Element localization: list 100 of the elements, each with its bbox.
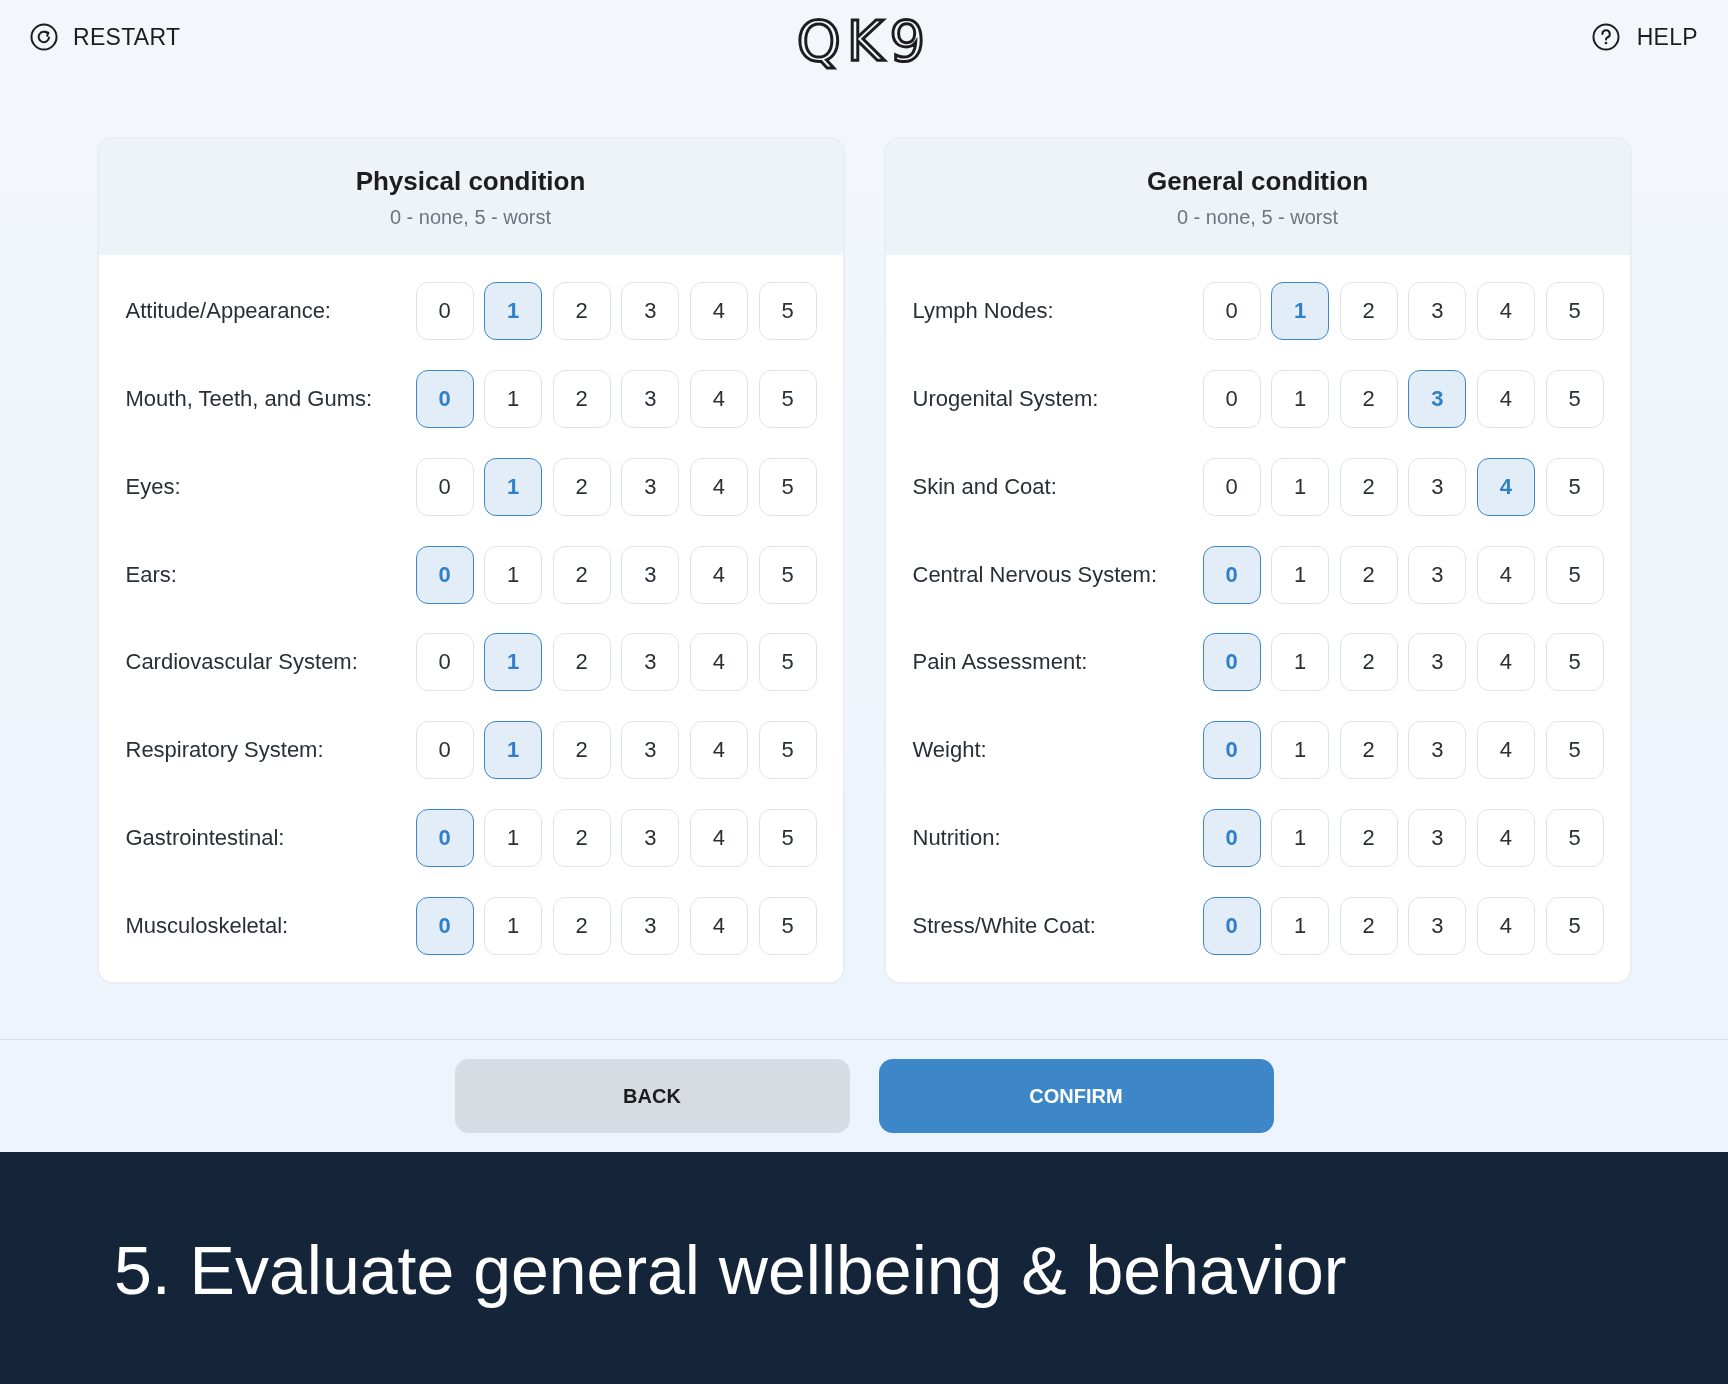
score-button[interactable]: 2 (552, 369, 611, 428)
score-button[interactable]: 1 (1271, 633, 1330, 692)
score-button[interactable]: 5 (1545, 633, 1604, 692)
score-button[interactable]: 1 (1271, 457, 1330, 516)
score-button[interactable]: 0 (415, 896, 474, 955)
score-button[interactable]: 1 (1271, 282, 1330, 340)
score-button[interactable]: 1 (484, 282, 543, 340)
score-button[interactable]: 5 (758, 457, 817, 516)
score-button[interactable]: 5 (758, 282, 817, 340)
score-button[interactable]: 3 (621, 633, 680, 692)
score-button[interactable]: 2 (1339, 721, 1398, 780)
score-button[interactable]: 2 (1339, 457, 1398, 516)
score-button[interactable]: 1 (1271, 369, 1330, 428)
score-button[interactable]: 0 (1202, 721, 1261, 780)
score-button[interactable]: 3 (1408, 282, 1467, 340)
confirm-button[interactable]: CONFIRM (878, 1059, 1274, 1133)
score-button[interactable]: 3 (621, 896, 680, 955)
score-button[interactable]: 2 (552, 896, 611, 955)
score-button[interactable]: 3 (1408, 369, 1467, 428)
score-button[interactable]: 0 (415, 633, 474, 692)
score-button[interactable]: 0 (1202, 545, 1261, 604)
score-button[interactable]: 4 (1476, 282, 1535, 340)
score-button[interactable]: 1 (484, 457, 543, 516)
score-button[interactable]: 0 (1202, 282, 1261, 340)
score-button[interactable]: 5 (1545, 896, 1604, 955)
score-button[interactable]: 0 (415, 721, 474, 780)
score-button[interactable]: 0 (415, 545, 474, 604)
score-button[interactable]: 3 (621, 369, 680, 428)
score-button[interactable]: 5 (1545, 369, 1604, 428)
score-button[interactable]: 2 (552, 809, 611, 868)
score-button[interactable]: 2 (552, 545, 611, 604)
score-button[interactable]: 4 (689, 282, 748, 340)
score-button[interactable]: 4 (1476, 457, 1535, 516)
score-button[interactable]: 2 (552, 282, 611, 340)
score-button[interactable]: 4 (1476, 809, 1535, 868)
score-button[interactable]: 0 (1202, 633, 1261, 692)
score-button[interactable]: 3 (1408, 809, 1467, 868)
score-button[interactable]: 2 (552, 633, 611, 692)
score-button[interactable]: 2 (1339, 282, 1398, 340)
score-button[interactable]: 3 (1408, 545, 1467, 604)
score-button[interactable]: 0 (415, 809, 474, 868)
score-button[interactable]: 1 (484, 369, 543, 428)
score-button[interactable]: 3 (1408, 896, 1467, 955)
score-button[interactable]: 0 (415, 457, 474, 516)
score-button[interactable]: 3 (1408, 633, 1467, 692)
score-button[interactable]: 2 (1339, 369, 1398, 428)
score-button[interactable]: 1 (484, 721, 543, 780)
score-button[interactable]: 4 (689, 633, 748, 692)
score-button[interactable]: 4 (689, 545, 748, 604)
score-button[interactable]: 3 (621, 457, 680, 516)
score-button[interactable]: 4 (1476, 369, 1535, 428)
score-button[interactable]: 5 (1545, 282, 1604, 340)
score-button[interactable]: 1 (1271, 721, 1330, 780)
score-button[interactable]: 1 (484, 809, 543, 868)
score-button[interactable]: 0 (1202, 896, 1261, 955)
score-button[interactable]: 0 (1202, 369, 1261, 428)
score-button[interactable]: 4 (1476, 896, 1535, 955)
score-button[interactable]: 0 (415, 282, 474, 340)
score-button[interactable]: 4 (689, 896, 748, 955)
score-button[interactable]: 4 (1476, 545, 1535, 604)
score-button[interactable]: 5 (1545, 721, 1604, 780)
score-button[interactable]: 5 (1545, 545, 1604, 604)
score-button[interactable]: 5 (758, 721, 817, 780)
score-button[interactable]: 1 (1271, 545, 1330, 604)
score-button[interactable]: 1 (1271, 809, 1330, 868)
help-button[interactable]: HELP (1591, 22, 1698, 52)
score-button[interactable]: 5 (1545, 457, 1604, 516)
score-button[interactable]: 4 (689, 457, 748, 516)
back-button[interactable]: BACK (454, 1059, 850, 1133)
score-button[interactable]: 4 (689, 721, 748, 780)
score-button[interactable]: 4 (689, 809, 748, 868)
score-button[interactable]: 2 (1339, 545, 1398, 604)
score-button[interactable]: 5 (758, 633, 817, 692)
score-button[interactable]: 2 (1339, 809, 1398, 868)
score-button[interactable]: 3 (621, 809, 680, 868)
score-button[interactable]: 3 (1408, 721, 1467, 780)
score-button[interactable]: 2 (552, 457, 611, 516)
score-button[interactable]: 3 (621, 282, 680, 340)
score-button[interactable]: 4 (1476, 633, 1535, 692)
score-button[interactable]: 2 (552, 721, 611, 780)
score-button[interactable]: 0 (1202, 809, 1261, 868)
score-button[interactable]: 3 (1408, 457, 1467, 516)
score-button[interactable]: 5 (758, 545, 817, 604)
score-button[interactable]: 2 (1339, 633, 1398, 692)
score-button[interactable]: 3 (621, 545, 680, 604)
score-button[interactable]: 4 (689, 369, 748, 428)
score-button[interactable]: 3 (621, 721, 680, 780)
score-button[interactable]: 1 (484, 633, 543, 692)
score-button[interactable]: 5 (758, 369, 817, 428)
score-button[interactable]: 1 (484, 896, 543, 955)
score-button[interactable]: 1 (1271, 896, 1330, 955)
score-button[interactable]: 2 (1339, 896, 1398, 955)
score-button[interactable]: 5 (758, 896, 817, 955)
restart-button[interactable]: RESTART (30, 22, 181, 52)
score-button[interactable]: 0 (415, 369, 474, 428)
score-button[interactable]: 0 (1202, 457, 1261, 516)
score-button[interactable]: 1 (484, 545, 543, 604)
score-button[interactable]: 4 (1476, 721, 1535, 780)
score-button[interactable]: 5 (1545, 809, 1604, 868)
score-button[interactable]: 5 (758, 809, 817, 868)
